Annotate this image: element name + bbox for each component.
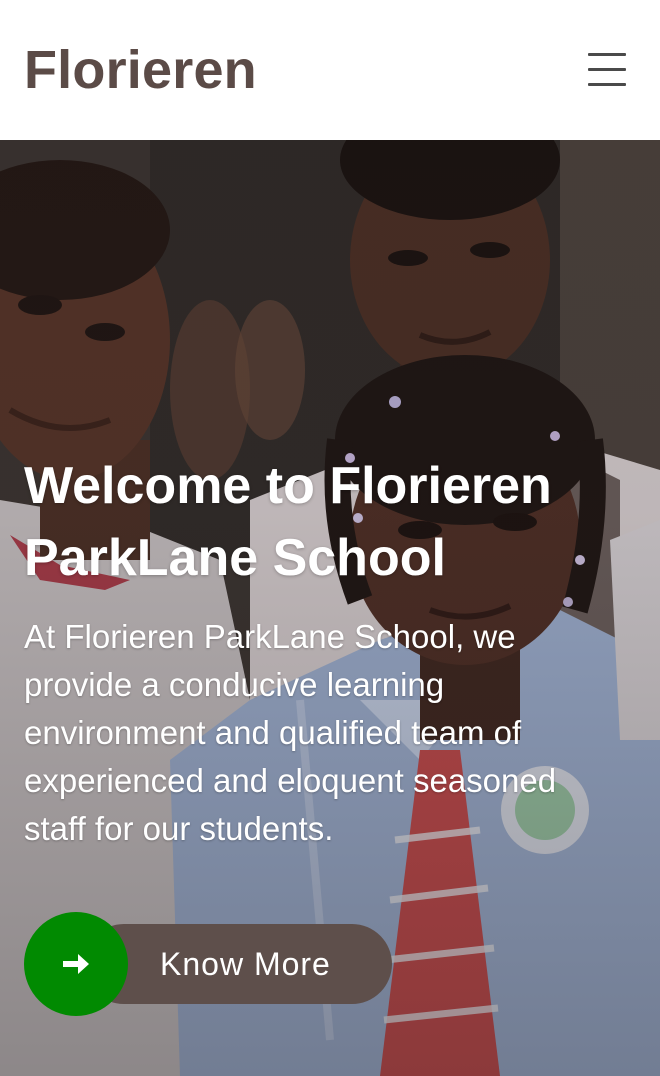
hero-section: Welcome to Florieren ParkLane School At … — [0, 140, 660, 1076]
brand-logo-text[interactable]: Florieren — [24, 38, 257, 102]
menu-bar — [588, 68, 626, 71]
site-header: Florieren — [0, 0, 660, 140]
hero-description: At Florieren ParkLane School, we provide… — [24, 618, 557, 847]
arrow-right-icon — [63, 954, 89, 974]
know-more-circle[interactable] — [24, 912, 128, 1016]
know-more-button[interactable]: Know More — [24, 912, 392, 1016]
menu-bar — [588, 53, 626, 56]
hero-title: Welcome to Florieren ParkLane School — [24, 457, 552, 587]
know-more-label[interactable]: Know More — [160, 945, 331, 983]
hamburger-menu-icon[interactable] — [580, 50, 632, 90]
menu-bar — [588, 83, 626, 86]
